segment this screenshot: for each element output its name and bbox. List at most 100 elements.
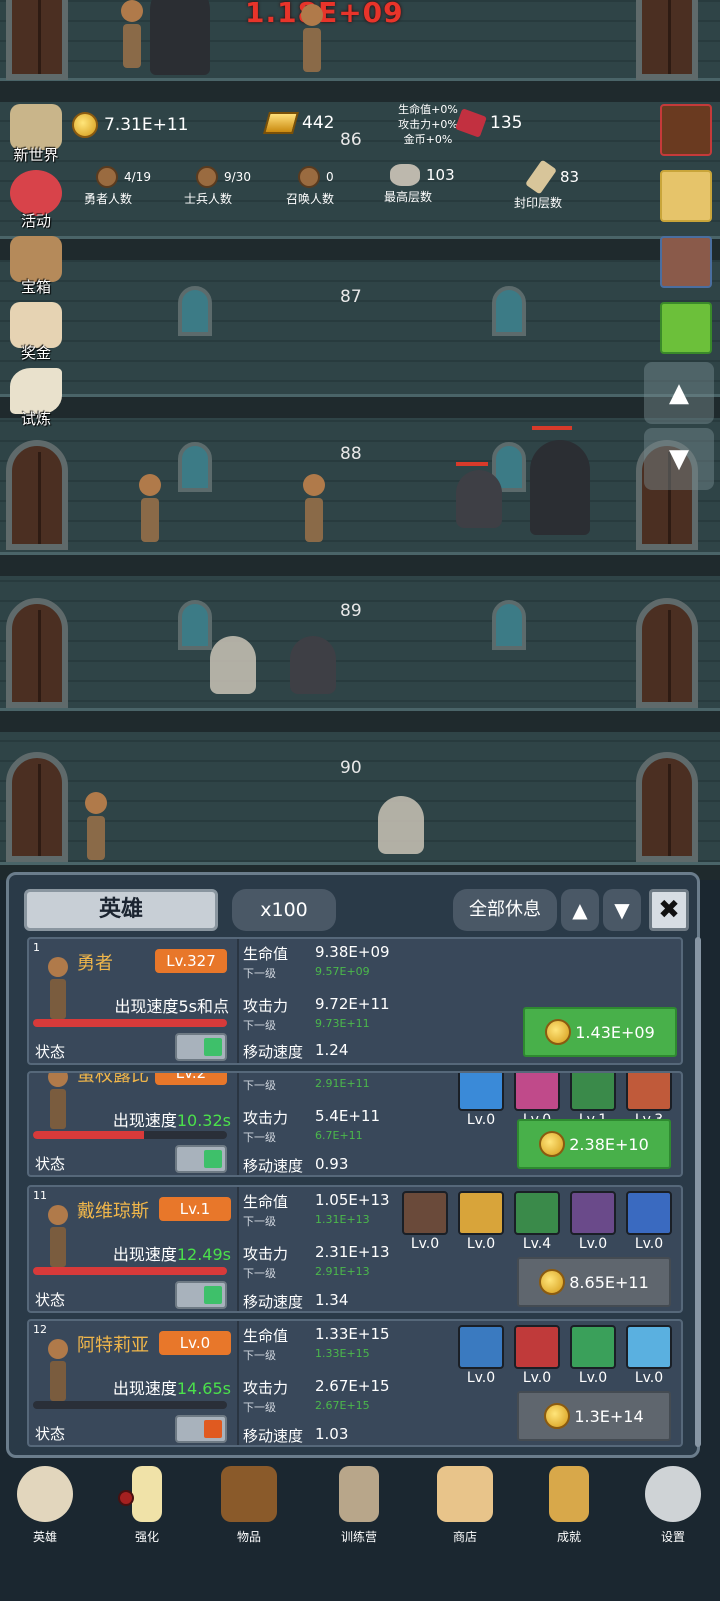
state-toggle[interactable] xyxy=(175,1033,227,1061)
pumpkin-icon[interactable] xyxy=(660,104,712,156)
skill-slot[interactable]: Lv.0 xyxy=(625,1325,673,1389)
atk-value: 9.72E+11 xyxy=(315,995,390,1013)
summon-face-icon xyxy=(298,166,320,188)
upgrade-button[interactable]: 1.43E+09 xyxy=(523,1007,677,1057)
hp-label: 生命值 xyxy=(243,1327,289,1345)
state-toggle[interactable] xyxy=(175,1415,227,1443)
claw-icon xyxy=(514,1325,560,1369)
scroll-up-button[interactable]: ▲ xyxy=(644,362,714,424)
skill-slot[interactable]: Lv.0 xyxy=(457,1073,505,1131)
atk-value: 2.31E+13 xyxy=(315,1243,390,1261)
move-value: 0.93 xyxy=(315,1155,349,1173)
hero-hp-fill xyxy=(33,1267,227,1275)
tab-heroes[interactable]: 英雄 xyxy=(24,889,218,931)
reaper-enemy xyxy=(150,0,210,75)
skill-slot[interactable]: Lv.0 xyxy=(569,1191,617,1255)
door xyxy=(636,752,698,862)
menu-new-world[interactable]: 新世界 xyxy=(4,102,68,168)
hero-portrait xyxy=(45,1073,71,1131)
next-level-label: 下一级 xyxy=(243,967,276,980)
skill-slot[interactable]: Lv.0 xyxy=(625,1191,673,1255)
multiplier-button[interactable]: x100 xyxy=(232,889,336,931)
skill-slot[interactable]: Lv.0 xyxy=(457,1325,505,1389)
boot-icon xyxy=(626,1073,672,1111)
state-toggle[interactable] xyxy=(175,1145,227,1173)
nav-settings[interactable]: 设置 xyxy=(628,1462,718,1562)
next-level-label: 下一级 xyxy=(243,1215,276,1228)
hero-sprite xyxy=(300,4,324,74)
upgrade-button[interactable]: 1.3E+14 xyxy=(517,1391,671,1441)
menu-trial[interactable]: 试炼 xyxy=(4,366,68,432)
upgrade-button[interactable]: 8.65E+11 xyxy=(517,1257,671,1307)
floor-separator xyxy=(0,236,720,260)
move-value: 1.24 xyxy=(315,1041,349,1059)
atk-label: 攻击力 xyxy=(243,997,289,1015)
hero-hp-fill xyxy=(33,1019,227,1027)
atk-label: 攻击力 xyxy=(243,1245,289,1263)
nav-shop[interactable]: 商店 xyxy=(420,1462,510,1562)
key-icon xyxy=(549,1466,589,1522)
lantern-icon xyxy=(339,1466,379,1522)
hp-label: 生命值 xyxy=(243,1193,289,1211)
menu-chest[interactable]: 宝箱 xyxy=(4,234,68,300)
state-toggle[interactable] xyxy=(175,1281,227,1309)
nav-items[interactable]: 物品 xyxy=(204,1462,294,1562)
heroes-label: 勇者人数 xyxy=(84,192,133,206)
summon-label: 召唤人数 xyxy=(286,192,335,206)
scroll-down-button[interactable]: ▼ xyxy=(644,428,714,490)
chevron-up-icon[interactable]: ▲ xyxy=(561,889,599,931)
skull-shield-icon xyxy=(402,1191,448,1235)
atk-label: 攻击力 xyxy=(243,1379,289,1397)
hero-index: 11 xyxy=(33,1189,47,1202)
chest-icon[interactable] xyxy=(660,236,712,288)
hero-hp-bar xyxy=(33,1401,227,1409)
upgrade-button[interactable]: 2.38E+10 xyxy=(517,1119,671,1169)
hero-sprite xyxy=(302,474,326,544)
hero-index: 12 xyxy=(33,1323,47,1336)
move-value: 1.03 xyxy=(315,1425,349,1443)
floor-separator xyxy=(0,708,720,732)
book-icon xyxy=(221,1466,277,1522)
next-level-label: 下一级 xyxy=(243,1349,276,1362)
skill-slot[interactable]: Lv.0 xyxy=(401,1191,449,1255)
coin-icon xyxy=(539,1269,566,1295)
floor-number: 87 xyxy=(340,287,362,307)
nav-heroes[interactable]: 英雄 xyxy=(0,1462,90,1562)
heart-plus-icon xyxy=(626,1325,672,1369)
coin-icon xyxy=(72,112,98,138)
slime-icon[interactable] xyxy=(660,302,712,354)
hp-bonus: 生命值+0% xyxy=(398,103,458,116)
skill-slot[interactable]: Lv.0 xyxy=(569,1325,617,1389)
nav-upgrade[interactable]: 强化 xyxy=(102,1462,192,1562)
max-floor-label: 最高层数 xyxy=(384,190,433,204)
next-level-label: 下一级 xyxy=(243,1131,276,1144)
window xyxy=(178,286,212,336)
skill-list: Lv.0 Lv.0 Lv.4 Lv.0 Lv.0 xyxy=(401,1191,679,1255)
next-level-label: 下一级 xyxy=(243,1079,276,1092)
panel-scrollbar[interactable] xyxy=(695,937,701,1447)
skill-slot[interactable]: Lv.0 xyxy=(513,1325,561,1389)
skill-slot[interactable]: Lv.0 xyxy=(457,1191,505,1255)
move-value: 1.34 xyxy=(315,1291,349,1309)
shield-icon xyxy=(458,1325,504,1369)
goldbar-resource: 442 xyxy=(263,112,334,134)
skill-slot[interactable]: Lv.4 xyxy=(513,1191,561,1255)
beer-mug-icon xyxy=(437,1466,493,1522)
menu-bonus[interactable]: 奖金 xyxy=(4,300,68,366)
coin-icon xyxy=(545,1019,572,1045)
chevron-down-icon[interactable]: ▼ xyxy=(603,889,641,931)
candle-icon[interactable] xyxy=(660,170,712,222)
soldiers-label: 士兵人数 xyxy=(184,192,233,206)
menu-events[interactable]: 活动 xyxy=(4,168,68,234)
hero-portrait xyxy=(45,957,71,1021)
atk-value: 2.67E+15 xyxy=(315,1377,390,1395)
close-icon[interactable]: ✖ xyxy=(649,889,689,931)
atk-next-value: 2.91E+13 xyxy=(315,1265,370,1278)
rest-all-button[interactable]: 全部休息 xyxy=(453,889,557,931)
hp-value: 1.05E+13 xyxy=(315,1191,390,1209)
nav-achievements[interactable]: 成就 xyxy=(524,1462,614,1562)
hero-sprite xyxy=(138,474,162,544)
nav-training[interactable]: 训练营 xyxy=(314,1462,404,1562)
next-level-label: 下一级 xyxy=(243,1267,276,1280)
gem-value: 135 xyxy=(490,113,523,133)
